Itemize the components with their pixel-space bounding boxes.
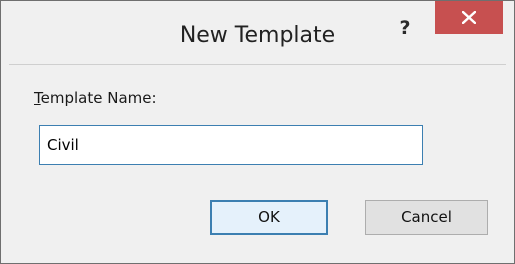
- template-name-label-text: emplate Name:: [40, 89, 157, 107]
- new-template-dialog: New Template ? Template Name: OK Cancel: [0, 0, 515, 264]
- template-name-input[interactable]: [39, 125, 423, 165]
- close-button[interactable]: [435, 1, 503, 34]
- template-name-label: Template Name:: [34, 89, 157, 107]
- ok-button[interactable]: OK: [210, 200, 328, 235]
- cancel-button[interactable]: Cancel: [365, 200, 488, 235]
- help-button[interactable]: ?: [392, 15, 418, 41]
- template-name-label-accelerator: T: [34, 89, 41, 107]
- close-icon: [462, 11, 476, 24]
- title-bar[interactable]: New Template ?: [1, 1, 514, 64]
